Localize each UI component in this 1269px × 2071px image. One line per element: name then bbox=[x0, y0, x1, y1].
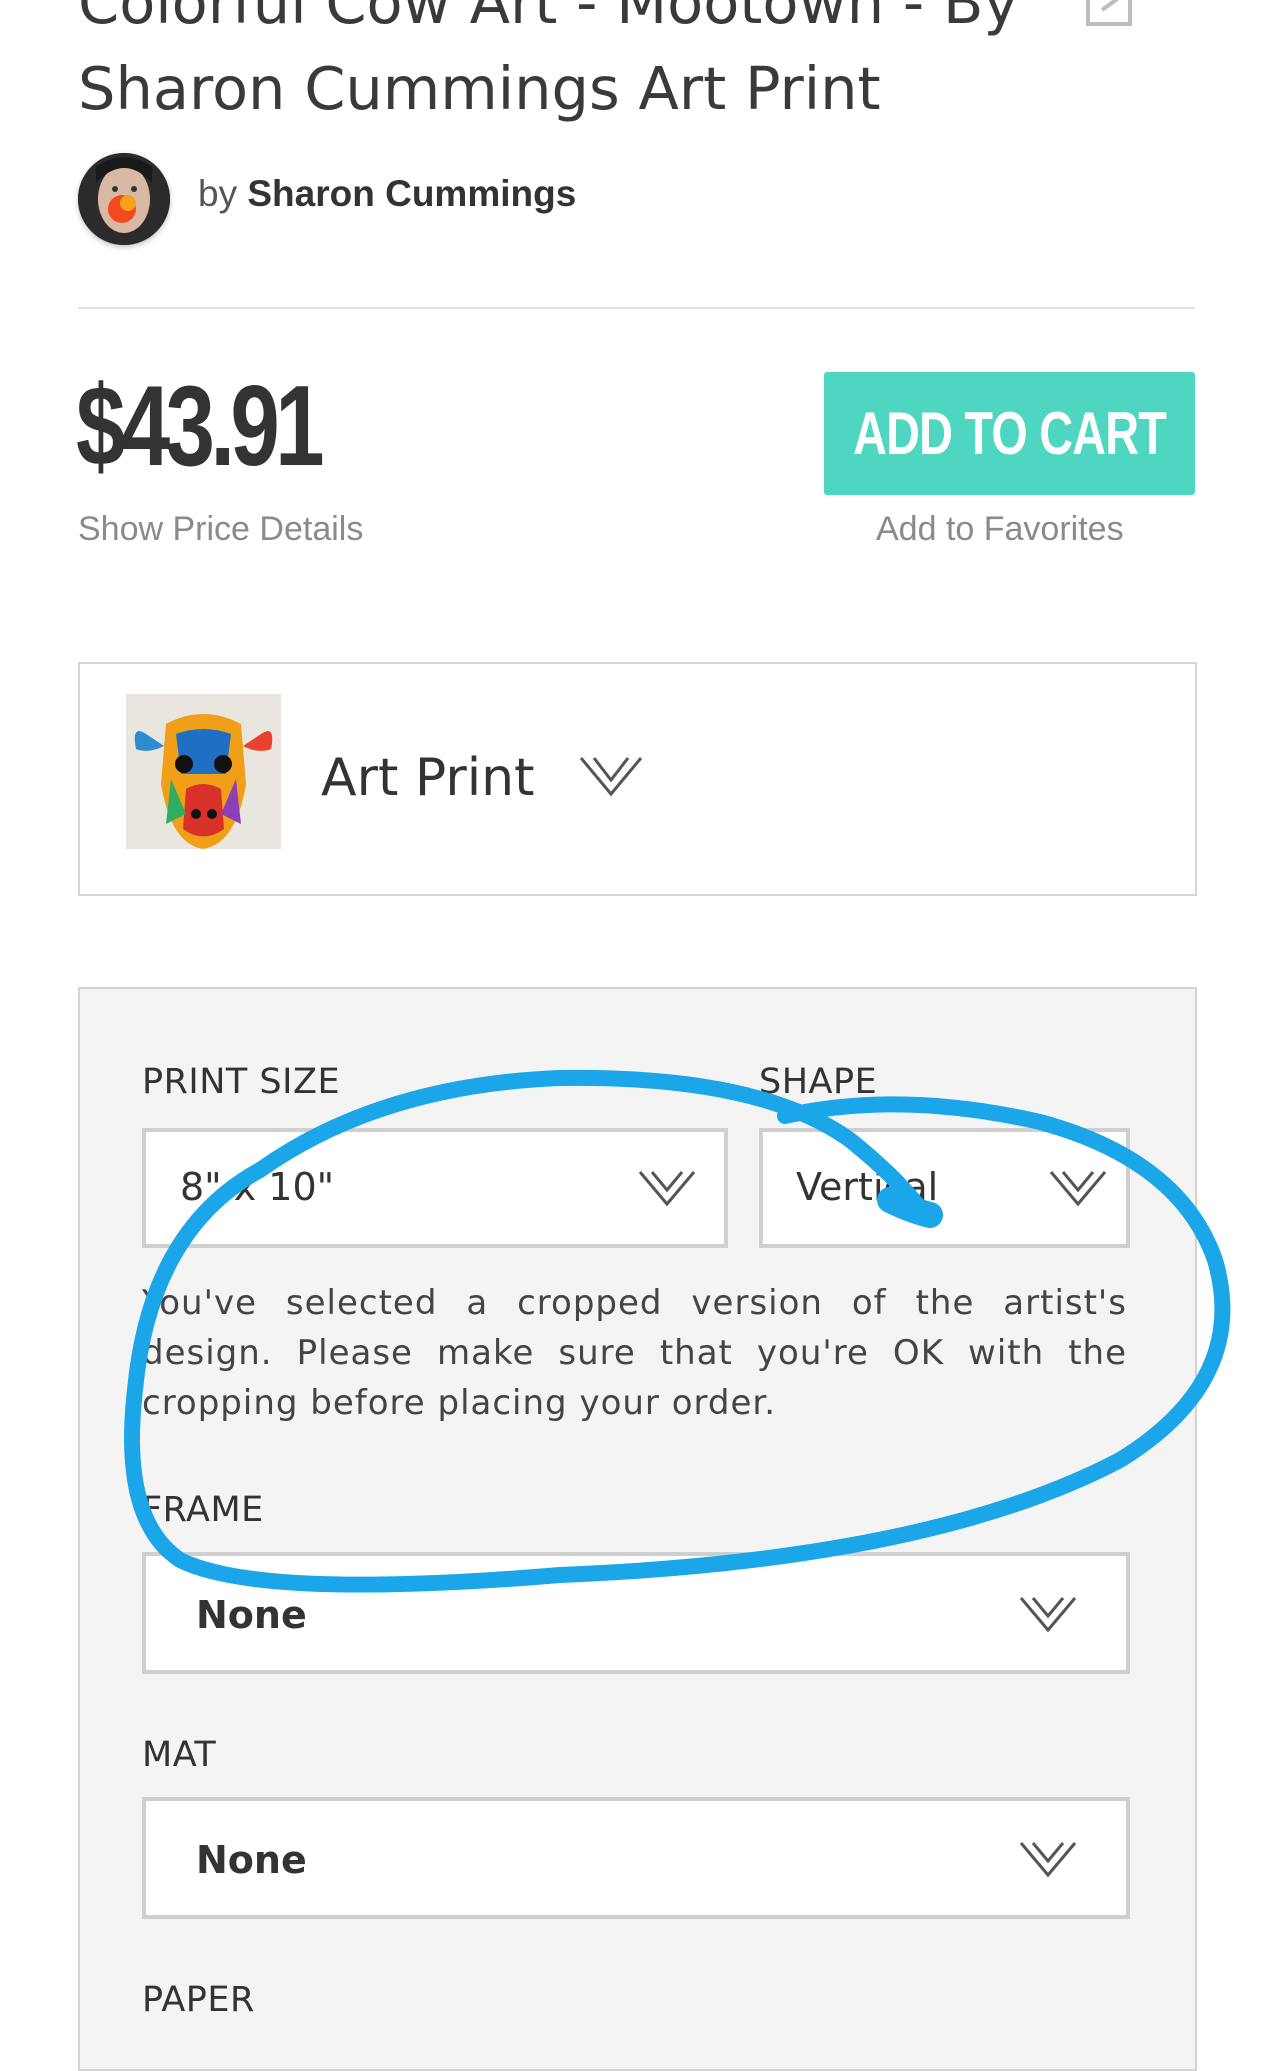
print-size-value: 8" x 10" bbox=[180, 1165, 335, 1209]
shape-value: Vertical bbox=[796, 1165, 939, 1209]
chevron-down-icon bbox=[1019, 1597, 1077, 1633]
mat-value: None bbox=[196, 1838, 307, 1882]
add-to-cart-label: ADD TO CART bbox=[853, 400, 1167, 467]
share-icon[interactable] bbox=[1084, 0, 1134, 28]
chevron-down-icon bbox=[638, 1171, 696, 1207]
add-to-cart-button[interactable]: ADD TO CART bbox=[824, 372, 1195, 495]
artist-name-link[interactable]: Sharon Cummings bbox=[247, 173, 576, 214]
divider bbox=[78, 307, 1195, 309]
crop-notice: You've selected a cropped version of the… bbox=[142, 1283, 1127, 1423]
print-size-label: PRINT SIZE bbox=[142, 1062, 341, 1102]
frame-label: FRAME bbox=[142, 1490, 264, 1530]
chevron-down-icon bbox=[1049, 1171, 1107, 1207]
chevron-down-icon bbox=[1019, 1842, 1077, 1878]
by-prefix: by bbox=[198, 173, 238, 214]
frame-value: None bbox=[196, 1593, 307, 1637]
product-type-label: Art Print bbox=[321, 748, 535, 808]
artwork-thumbnail bbox=[126, 694, 281, 849]
chevron-down-icon bbox=[579, 757, 643, 797]
artist-avatar[interactable] bbox=[78, 153, 170, 245]
price: $43.91 bbox=[76, 363, 325, 490]
paper-label: PAPER bbox=[142, 1980, 255, 2020]
add-to-favorites-link[interactable]: Add to Favorites bbox=[876, 510, 1124, 549]
shape-label: SHAPE bbox=[759, 1062, 878, 1102]
artist-byline: by Sharon Cummings bbox=[198, 170, 576, 218]
show-price-details-link[interactable]: Show Price Details bbox=[78, 510, 363, 549]
mat-label: MAT bbox=[142, 1735, 217, 1775]
product-title: Colorful Cow Art - Mootown - By Sharon C… bbox=[78, 0, 1019, 123]
